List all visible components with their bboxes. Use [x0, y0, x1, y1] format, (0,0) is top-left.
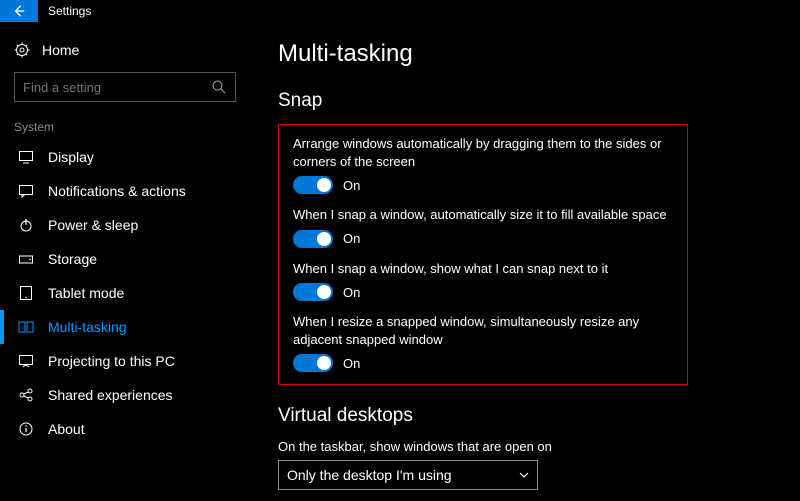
nav-storage[interactable]: Storage	[0, 242, 250, 276]
nav-label: Power & sleep	[48, 217, 236, 233]
toggle-state: On	[343, 285, 360, 300]
nav-label: Multi-tasking	[48, 319, 236, 335]
combo-selected: Only the desktop I'm using	[287, 467, 452, 483]
share-icon	[18, 387, 34, 403]
nav-power[interactable]: Power & sleep	[0, 208, 250, 242]
toggle-snap-assist[interactable]	[293, 283, 333, 301]
setting-desc: When I resize a snapped window, simultan…	[293, 313, 673, 348]
vd-taskbar-combo[interactable]: Only the desktop I'm using	[278, 460, 538, 490]
projecting-icon	[18, 353, 34, 369]
setting-snap-fill: When I snap a window, automatically size…	[293, 206, 673, 248]
toggle-state: On	[343, 356, 360, 371]
toggle-knob	[317, 356, 331, 370]
setting-desc: Arrange windows automatically by draggin…	[293, 135, 673, 170]
setting-snap-arrange: Arrange windows automatically by draggin…	[293, 135, 673, 194]
chat-icon	[18, 183, 34, 199]
home-label: Home	[42, 42, 79, 58]
section-vd-title: Virtual desktops	[278, 405, 774, 427]
search-icon	[211, 79, 227, 95]
gear-icon	[14, 42, 30, 58]
sidebar: Home System Display Notifications & acti…	[0, 22, 250, 501]
search-input[interactable]	[23, 80, 211, 95]
home-button[interactable]: Home	[0, 34, 250, 66]
nav-notifications[interactable]: Notifications & actions	[0, 174, 250, 208]
monitor-icon	[18, 149, 34, 165]
info-icon	[18, 421, 34, 437]
nav-projecting[interactable]: Projecting to this PC	[0, 344, 250, 378]
toggle-knob	[317, 178, 331, 192]
setting-desc: When I snap a window, show what I can sn…	[293, 260, 673, 278]
nav-label: Display	[48, 149, 236, 165]
app-title: Settings	[48, 4, 91, 18]
toggle-knob	[317, 232, 331, 246]
main-content: Multi-tasking Snap Arrange windows autom…	[250, 22, 800, 501]
snap-group-highlighted: Arrange windows automatically by draggin…	[278, 124, 688, 385]
nav-label: Projecting to this PC	[48, 353, 236, 369]
nav-label: About	[48, 421, 236, 437]
toggle-snap-resize[interactable]	[293, 354, 333, 372]
setting-desc: When I snap a window, automatically size…	[293, 206, 673, 224]
titlebar: Settings	[0, 0, 800, 22]
toggle-state: On	[343, 231, 360, 246]
nav-label: Shared experiences	[48, 387, 236, 403]
back-button[interactable]	[0, 0, 38, 22]
group-label-system: System	[0, 116, 250, 140]
nav-shared[interactable]: Shared experiences	[0, 378, 250, 412]
nav-tablet[interactable]: Tablet mode	[0, 276, 250, 310]
toggle-snap-fill[interactable]	[293, 230, 333, 248]
toggle-snap-arrange[interactable]	[293, 176, 333, 194]
multitask-icon	[18, 319, 34, 335]
nav-about[interactable]: About	[0, 412, 250, 446]
tablet-icon	[18, 285, 34, 301]
toggle-state: On	[343, 178, 360, 193]
nav-label: Tablet mode	[48, 285, 236, 301]
nav-display[interactable]: Display	[0, 140, 250, 174]
nav-multitasking[interactable]: Multi-tasking	[0, 310, 250, 344]
search-box[interactable]	[14, 72, 236, 102]
setting-snap-resize: When I resize a snapped window, simultan…	[293, 313, 673, 372]
back-arrow-icon	[12, 4, 26, 18]
power-icon	[18, 217, 34, 233]
vd-desc: On the taskbar, show windows that are op…	[278, 439, 774, 454]
setting-snap-assist: When I snap a window, show what I can sn…	[293, 260, 673, 302]
nav-label: Storage	[48, 251, 236, 267]
toggle-knob	[317, 285, 331, 299]
chevron-down-icon	[519, 470, 529, 480]
nav-label: Notifications & actions	[48, 183, 236, 199]
section-snap-title: Snap	[278, 90, 774, 112]
page-title: Multi-tasking	[278, 40, 774, 68]
drive-icon	[18, 251, 34, 267]
